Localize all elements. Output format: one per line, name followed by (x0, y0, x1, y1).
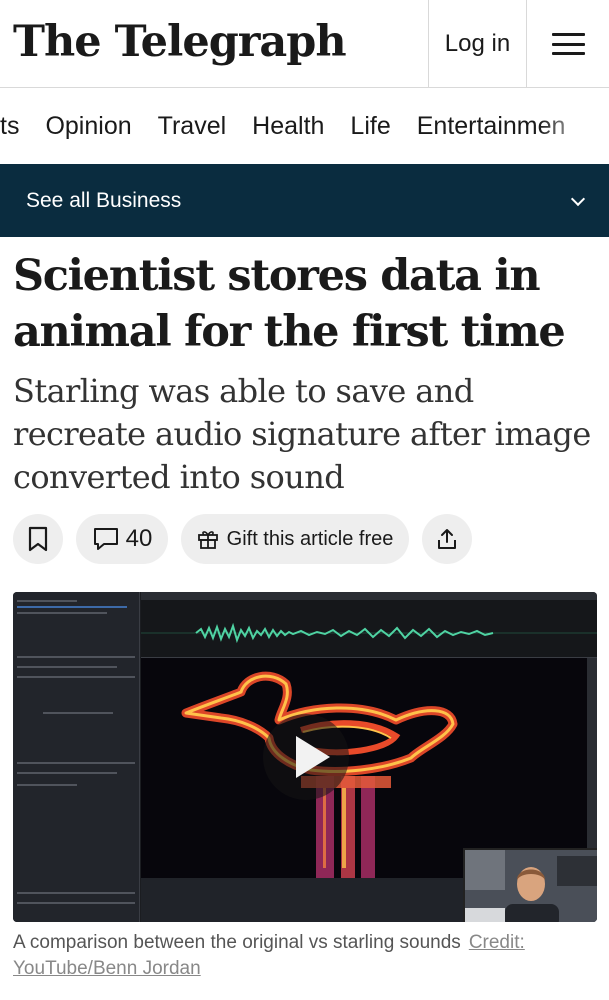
media-caption: A comparison between the original vs sta… (13, 930, 603, 982)
article-video[interactable] (13, 592, 597, 922)
site-header: The Telegraph Log in (0, 0, 609, 88)
media-caption-text: A comparison between the original vs sta… (13, 932, 461, 953)
site-logo[interactable]: The Telegraph (13, 12, 347, 72)
comment-icon (93, 528, 118, 550)
article-standfirst: Starling was able to save and recreate a… (13, 372, 591, 496)
bookmark-icon (28, 526, 48, 552)
nav-item-opinion[interactable]: Opinion (45, 112, 131, 141)
editor-side-panel (13, 592, 140, 922)
nav-item-travel[interactable]: Travel (158, 112, 227, 141)
share-button[interactable] (422, 514, 472, 564)
timeline-ruler (141, 592, 597, 600)
article-headline: Scientist stores data in animal for the … (13, 251, 566, 357)
play-icon (296, 736, 330, 778)
comments-button[interactable]: 40 (76, 514, 168, 564)
section-dropdown-label: See all Business (26, 188, 182, 212)
comment-count: 40 (125, 525, 153, 552)
nav-item-life[interactable]: Life (350, 112, 390, 141)
bookmark-button[interactable] (13, 514, 63, 564)
gift-article-button[interactable]: Gift this article free (181, 514, 409, 564)
presenter-webcam (463, 848, 597, 922)
editor-scrollbar (587, 658, 597, 878)
article-actions: 40 Gift this article free (13, 514, 472, 564)
gift-icon (197, 531, 218, 549)
hamburger-menu-icon (551, 33, 585, 55)
share-icon (438, 529, 456, 549)
spectrogram (141, 658, 587, 878)
menu-button[interactable] (526, 0, 609, 88)
chevron-down-icon (570, 191, 586, 207)
nav-item-sports[interactable]: ts (0, 112, 19, 141)
nav-item-health[interactable]: Health (252, 112, 324, 141)
login-button[interactable]: Log in (428, 0, 526, 88)
waveform-track (141, 600, 597, 658)
section-dropdown[interactable]: See all Business (0, 164, 609, 237)
section-nav: ts Opinion Travel Health Life Entertainm… (0, 88, 609, 164)
gift-article-label: Gift this article free (226, 527, 394, 550)
nav-fade (539, 88, 609, 164)
video-play-button[interactable] (263, 714, 349, 800)
